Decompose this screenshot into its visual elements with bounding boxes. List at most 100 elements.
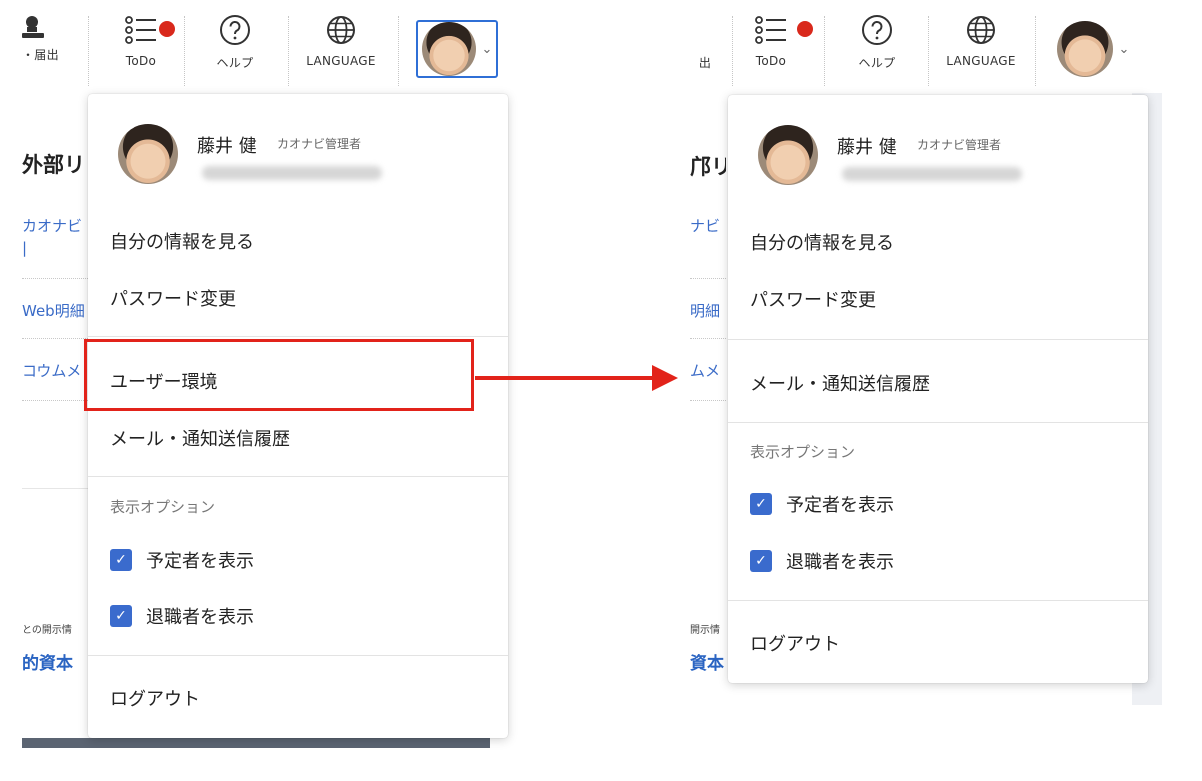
user-dropdown-menu: 藤井 健 カオナビ管理者 自分の情報を見る パスワード変更 メール・通知送信履歴…: [728, 95, 1148, 683]
nav-item-notifications-partial[interactable]: 出: [690, 14, 720, 84]
todo-list-icon: [755, 16, 786, 44]
show-retired-option[interactable]: ✓ 退職者を表示: [750, 548, 894, 574]
nav-item-language[interactable]: LANGUAGE: [936, 14, 1026, 84]
highlight-box: [84, 339, 474, 411]
user-email-redacted: [842, 167, 1022, 181]
todo-label: ToDo: [755, 54, 787, 68]
menu-item-view-profile[interactable]: 自分の情報を見る: [110, 228, 254, 254]
checkbox-checked[interactable]: ✓: [110, 549, 132, 571]
show-retired-label: 退職者を表示: [146, 607, 254, 628]
background-link[interactable]: ムメ: [690, 360, 726, 381]
globe-icon: [967, 16, 995, 44]
after-screenshot: 出 ToDo ヘルプ LANGUAGE ⌄ 邝リ ナビ 明細 ムメ 開示情 資本…: [690, 0, 1162, 705]
user-info: 藤井 健 カオナビ管理者: [758, 123, 1138, 189]
background-link[interactable]: コウムメ: [22, 360, 88, 381]
arrow-right-icon: [652, 365, 678, 391]
help-icon: [220, 15, 250, 45]
help-icon: [862, 15, 892, 45]
help-label: ヘルプ: [216, 56, 254, 70]
chevron-down-icon: ⌄: [1118, 41, 1130, 57]
background-blue-text: 的資本: [22, 654, 73, 674]
divider: [22, 338, 88, 339]
user-info: 藤井 健 カオナビ管理者: [118, 122, 498, 188]
show-scheduled-label: 予定者を表示: [146, 551, 254, 572]
background-bottom-bar: [22, 738, 490, 748]
avatar: [118, 124, 178, 184]
divider: [22, 400, 88, 401]
nav-label-partial: 出: [698, 56, 712, 70]
show-scheduled-option[interactable]: ✓ 予定者を表示: [750, 491, 894, 517]
background-link[interactable]: 明細: [690, 300, 726, 321]
user-menu-button[interactable]: ⌄: [416, 20, 498, 78]
show-retired-label: 退職者を表示: [786, 552, 894, 573]
checkbox-checked[interactable]: ✓: [750, 493, 772, 515]
divider: [88, 336, 508, 337]
help-label: ヘルプ: [858, 56, 896, 70]
avatar: [421, 22, 476, 76]
user-email-redacted: [202, 166, 382, 180]
nav-separator: [88, 16, 89, 86]
show-scheduled-option[interactable]: ✓ 予定者を表示: [110, 547, 254, 573]
language-label: LANGUAGE: [946, 54, 1016, 68]
background-link-cont: |: [22, 239, 28, 257]
nav-item-todo[interactable]: ToDo: [736, 14, 806, 84]
nav-separator: [288, 16, 289, 86]
show-scheduled-label: 予定者を表示: [786, 495, 894, 516]
nav-separator: [928, 16, 929, 86]
background-link[interactable]: カオナビ: [22, 215, 88, 236]
top-nav: 出 ToDo ヘルプ LANGUAGE ⌄: [690, 0, 1162, 93]
language-label: LANGUAGE: [306, 54, 376, 68]
notification-dot: [159, 21, 175, 37]
nav-item-notifications-partial[interactable]: ・届出: [22, 14, 62, 84]
nav-separator: [824, 16, 825, 86]
menu-item-logout[interactable]: ログアウト: [110, 685, 200, 711]
user-role: カオナビ管理者: [277, 137, 362, 151]
avatar: [758, 125, 818, 185]
background-small-text: 開示情: [690, 625, 720, 636]
todo-list-icon: [125, 16, 156, 44]
background-link[interactable]: ナビ: [690, 215, 726, 236]
chevron-down-icon: ⌄: [481, 41, 493, 57]
background-link[interactable]: Web明細: [22, 300, 88, 321]
divider: [728, 339, 1148, 340]
checkbox-checked[interactable]: ✓: [750, 550, 772, 572]
nav-item-help[interactable]: ヘルプ: [842, 14, 912, 84]
todo-label: ToDo: [125, 54, 157, 68]
menu-item-mail-history[interactable]: メール・通知送信履歴: [110, 425, 290, 451]
avatar: [1056, 21, 1113, 77]
menu-item-change-password[interactable]: パスワード変更: [750, 286, 876, 312]
background-blue-text: 資本: [690, 654, 724, 674]
divider: [88, 476, 508, 477]
section-heading: 邝リ: [690, 155, 726, 179]
divider: [22, 278, 88, 279]
nav-item-help[interactable]: ヘルプ: [200, 14, 270, 84]
nav-item-language[interactable]: LANGUAGE: [296, 14, 386, 84]
user-name: 藤井 健: [197, 136, 257, 157]
divider: [728, 422, 1148, 423]
background-small-text: との開示情: [22, 625, 72, 636]
menu-item-view-profile[interactable]: 自分の情報を見る: [750, 229, 894, 255]
user-dropdown-menu: 藤井 健 カオナビ管理者 自分の情報を見る パスワード変更 ユーザー環境 メール…: [88, 94, 508, 738]
section-heading: 外部リ: [22, 153, 85, 177]
checkbox-checked[interactable]: ✓: [110, 605, 132, 627]
divider: [728, 600, 1148, 601]
top-nav: ・届出 ToDo ヘルプ LANGUAGE ⌄: [22, 0, 524, 93]
menu-item-change-password[interactable]: パスワード変更: [110, 285, 236, 311]
menu-item-mail-history[interactable]: メール・通知送信履歴: [750, 370, 930, 396]
menu-item-logout[interactable]: ログアウト: [750, 630, 840, 656]
nav-separator: [732, 16, 733, 86]
arrow-line: [475, 376, 653, 380]
nav-label-partial: ・届出: [22, 48, 59, 62]
user-role: カオナビ管理者: [917, 138, 1002, 152]
divider: [690, 278, 726, 279]
divider: [88, 655, 508, 656]
display-options-label: 表示オプション: [750, 443, 856, 461]
globe-icon: [327, 16, 355, 44]
user-name: 藤井 健: [837, 137, 897, 158]
divider: [690, 338, 726, 339]
user-menu-button[interactable]: ⌄: [1052, 20, 1134, 78]
show-retired-option[interactable]: ✓ 退職者を表示: [110, 603, 254, 629]
divider: [690, 400, 726, 401]
nav-separator: [398, 16, 399, 86]
divider: [22, 488, 88, 489]
